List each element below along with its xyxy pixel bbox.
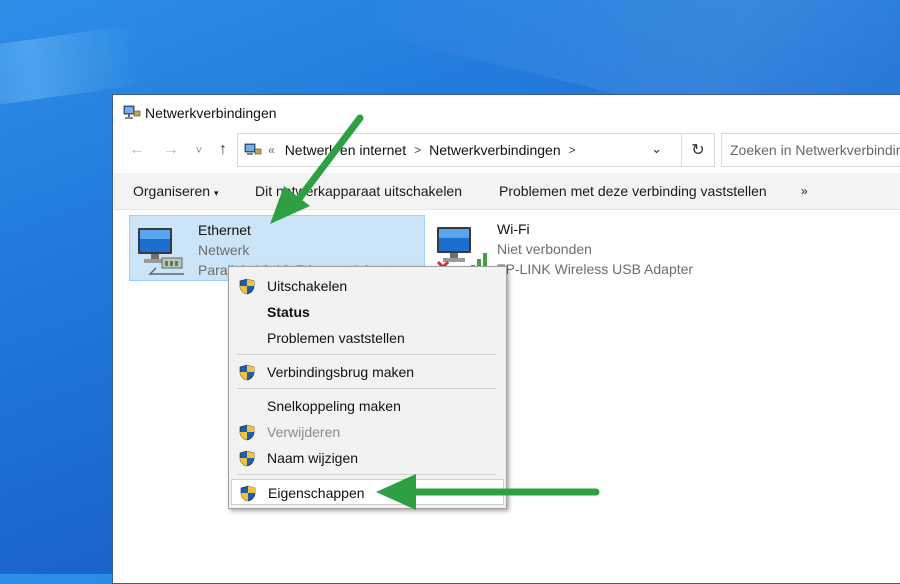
connection-adapter: TP-LINK Wireless USB Adapter (497, 261, 694, 277)
uac-shield-icon (239, 450, 255, 467)
breadcrumb-separator[interactable]: > (569, 143, 576, 157)
window-title: Netwerkverbindingen (145, 105, 277, 121)
refresh-button[interactable]: ↻ (681, 133, 715, 167)
menu-separator (237, 354, 496, 355)
organize-label: Organiseren (133, 183, 211, 199)
address-bar[interactable]: « Netwerk en internet > Netwerkverbindin… (237, 133, 713, 167)
ethernet-adapter-icon (136, 222, 192, 281)
forward-button[interactable]: → (161, 141, 181, 159)
address-dropdown-button[interactable]: ⌄ (651, 141, 662, 157)
menu-item-label: Snelkoppeling maken (267, 398, 401, 414)
network-folder-icon (244, 142, 262, 158)
menu-item-label: Verbindingsbrug maken (267, 364, 415, 380)
more-commands-button[interactable]: » (801, 184, 808, 198)
menu-item-diagnose[interactable]: Problemen vaststellen (229, 325, 506, 351)
uac-shield-icon (240, 485, 256, 502)
breadcrumb-separator[interactable]: > (414, 143, 421, 157)
uac-shield-icon (239, 278, 255, 295)
menu-item-shortcut[interactable]: Snelkoppeling maken (229, 393, 506, 419)
menu-item-delete: Verwijderen (229, 419, 506, 445)
command-bar: Organiseren ▾ Dit netwerkapparaat uitscha… (113, 173, 900, 210)
menu-item-status[interactable]: Status (229, 299, 506, 325)
diagnose-connection-button[interactable]: Problemen met deze verbinding vaststelle… (499, 183, 767, 199)
breadcrumb-network-internet[interactable]: Netwerk en internet (285, 142, 406, 158)
menu-item-bridge[interactable]: Verbindingsbrug maken (229, 359, 506, 385)
breadcrumb-network-connections[interactable]: Netwerkverbindingen (429, 142, 561, 158)
address-row: ← → ˅ ↑ « Netwerk en internet > Netwerkv… (113, 131, 900, 171)
menu-item-rename[interactable]: Naam wijzigen (229, 445, 506, 471)
overflow-crumbs-button[interactable]: « (268, 143, 275, 157)
title-bar: Netwerkverbindingen (113, 95, 900, 131)
menu-separator (237, 388, 496, 389)
search-input[interactable]: Zoeken in Netwerkverbindingen (721, 133, 900, 167)
menu-item-label: Naam wijzigen (267, 450, 359, 466)
up-button[interactable]: ↑ (213, 141, 233, 159)
menu-item-properties[interactable]: Eigenschappen (231, 479, 504, 505)
connection-status: Niet verbonden (497, 241, 592, 257)
uac-shield-icon (239, 364, 255, 381)
menu-separator (237, 474, 496, 475)
menu-item-label: Uitschakelen (267, 278, 348, 294)
menu-item-label: Problemen vaststellen (267, 330, 405, 346)
connection-status: Netwerk (198, 242, 250, 258)
network-connections-icon (123, 105, 141, 121)
context-menu: Uitschakelen Status Problemen vaststelle… (228, 266, 507, 509)
menu-item-disable[interactable]: Uitschakelen (229, 273, 506, 299)
connection-name: Ethernet (198, 222, 251, 238)
back-button[interactable]: ← (127, 141, 147, 159)
disable-device-button[interactable]: Dit netwerkapparaat uitschakelen (255, 183, 462, 199)
menu-item-label: Eigenschappen (268, 485, 365, 501)
menu-item-label: Verwijderen (267, 424, 341, 440)
recent-locations-button[interactable]: ˅ (189, 145, 209, 157)
dropdown-caret-icon: ▾ (214, 188, 219, 198)
uac-shield-icon (239, 424, 255, 441)
connection-name: Wi-Fi (497, 221, 530, 237)
refresh-icon: ↻ (691, 142, 705, 159)
organize-menu[interactable]: Organiseren ▾ (133, 183, 219, 199)
menu-item-label: Status (267, 304, 310, 320)
